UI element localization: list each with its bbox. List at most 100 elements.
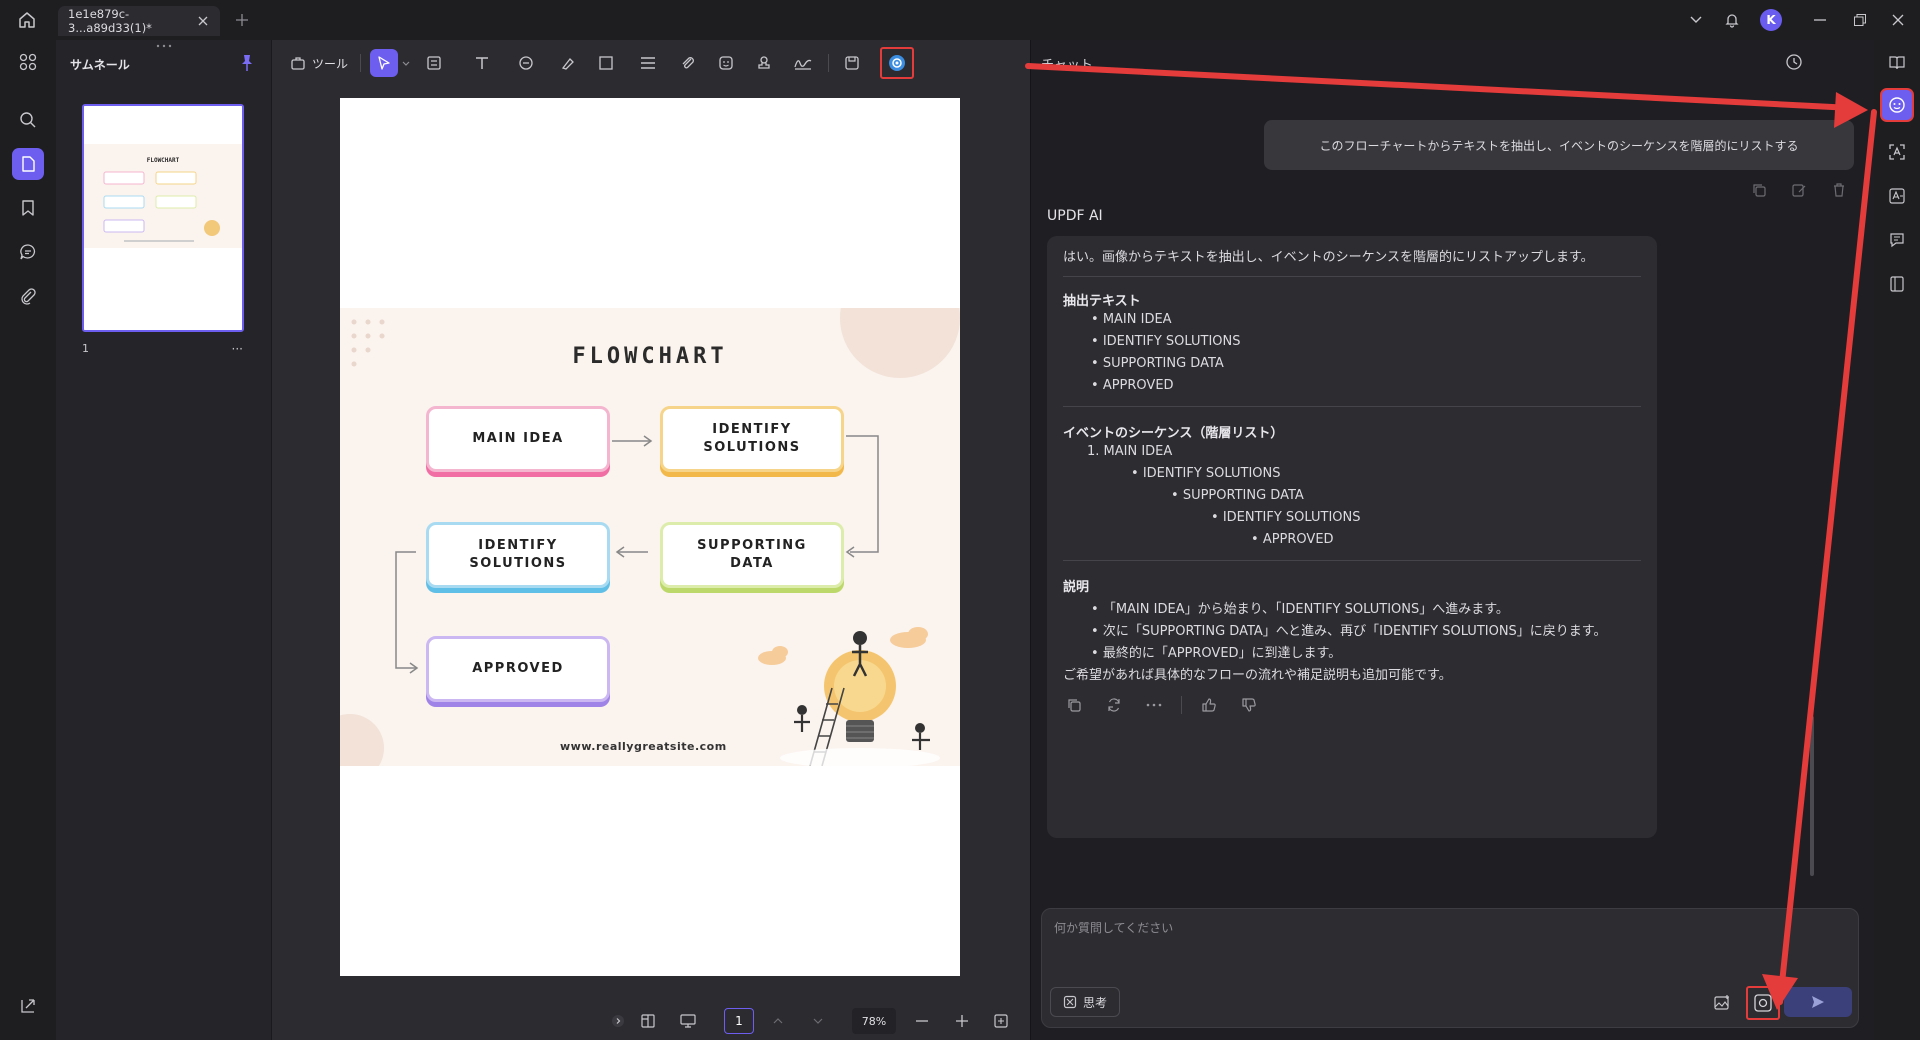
send-button[interactable] — [1784, 987, 1852, 1017]
zoom-in-icon[interactable] — [952, 1008, 972, 1034]
list-item: • MAIN IDEA — [1091, 312, 1172, 327]
list-item: • 「MAIN IDEA」から始まり、「IDENTIFY SOLUTIONS」へ… — [1091, 602, 1509, 617]
comment-icon[interactable] — [12, 236, 44, 268]
sequence-root: 1. MAIN IDEA — [1087, 444, 1173, 459]
divider — [1063, 406, 1641, 407]
stamp-tool[interactable] — [750, 49, 778, 77]
section-extracted-title: 抽出テキスト — [1063, 294, 1141, 309]
highlighter-tool[interactable] — [554, 49, 582, 77]
copy-icon[interactable] — [1061, 692, 1087, 718]
panel-title: サムネール — [70, 58, 130, 72]
divider — [828, 54, 829, 72]
pin-icon[interactable] — [239, 54, 255, 72]
thumbnails-icon[interactable] — [12, 148, 44, 180]
think-icon — [1063, 995, 1077, 1009]
more-icon[interactable] — [1141, 692, 1167, 718]
avatar: K — [1760, 9, 1782, 31]
box-approved: APPROVED — [426, 636, 610, 702]
history-icon[interactable] — [1782, 50, 1806, 74]
close-window-icon[interactable] — [1886, 8, 1910, 32]
edit-icon[interactable] — [1787, 178, 1811, 202]
restore-icon[interactable] — [1848, 8, 1872, 32]
flowchart-title: FLOWCHART — [572, 344, 728, 369]
ai-closing: ご希望があれば具体的なフローの流れや補足説明も追加可能です。 — [1063, 668, 1452, 683]
ai-response: はい。画像からテキストを抽出し、イベントのシーケンスを階層的にリストアップします… — [1047, 236, 1657, 838]
list-item: • SUPPORTING DATA — [1171, 488, 1304, 503]
tools-button[interactable]: ツール — [286, 49, 352, 77]
page-up-icon[interactable] — [768, 1008, 788, 1034]
thumbnail-more-button[interactable]: ··· — [232, 342, 243, 356]
divider — [1063, 560, 1641, 561]
chevron-down-icon[interactable] — [400, 49, 412, 77]
user-avatar[interactable]: K — [1758, 8, 1784, 32]
ai-intro: はい。画像からテキストを抽出し、イベントのシーケンスを階層的にリストアップします… — [1063, 250, 1594, 265]
page-layout-icon[interactable] — [636, 1008, 660, 1034]
screenshot-icon[interactable] — [1746, 986, 1780, 1020]
attach-tool[interactable] — [674, 49, 702, 77]
fit-page-icon[interactable] — [990, 1008, 1012, 1034]
chat-scrollbar[interactable] — [1810, 716, 1814, 876]
search-icon[interactable] — [12, 104, 44, 136]
comment-tool[interactable] — [512, 49, 540, 77]
thumbs-up-icon[interactable] — [1196, 692, 1222, 718]
ocr-icon[interactable] — [1881, 136, 1913, 168]
bell-icon[interactable] — [1720, 8, 1744, 32]
translate-icon[interactable] — [1881, 180, 1913, 212]
thumbs-down-icon[interactable] — [1236, 692, 1262, 718]
page-number-input[interactable]: 1 — [724, 1008, 754, 1034]
select-tool[interactable] — [370, 49, 398, 77]
collapse-icon[interactable] — [608, 1008, 628, 1034]
svg-text:FLOWCHART: FLOWCHART — [147, 157, 180, 164]
list-item: • 最終的に「APPROVED」に到達します。 — [1091, 646, 1342, 661]
page-down-icon[interactable] — [808, 1008, 828, 1034]
list-item: • IDENTIFY SOLUTIONS — [1091, 334, 1241, 349]
response-actions — [1061, 692, 1276, 718]
toolbar: ツール — [272, 40, 1030, 86]
zoom-out-icon[interactable] — [912, 1008, 932, 1034]
delete-icon[interactable] — [1827, 178, 1851, 202]
ai-chat-icon[interactable] — [1880, 88, 1914, 122]
layers-icon[interactable] — [12, 990, 44, 1022]
form-field-tool[interactable] — [420, 49, 448, 77]
think-button[interactable]: 思考 — [1050, 987, 1120, 1017]
panel-resize-grip[interactable] — [156, 44, 172, 48]
box-identify-solutions-2: IDENTIFY SOLUTIONS — [426, 522, 610, 588]
insert-image-icon[interactable] — [1708, 989, 1736, 1017]
close-icon[interactable] — [196, 13, 210, 29]
ai-assistant-tool[interactable] — [880, 47, 914, 79]
thumbnail-page-number: 1 — [82, 342, 89, 355]
document-tab[interactable]: 1e1e879c-3...a89d33(1)* — [58, 6, 220, 36]
attachment-icon[interactable] — [12, 280, 44, 312]
home-icon[interactable] — [14, 9, 40, 31]
shape-tool[interactable] — [592, 49, 620, 77]
redact-tool[interactable] — [634, 49, 662, 77]
apps-grid-icon[interactable] — [12, 46, 44, 78]
title-bar: 1e1e879c-3...a89d33(1)* K — [0, 0, 1920, 40]
ai-name: UPDF AI — [1047, 208, 1103, 224]
section-sequence-title: イベントのシーケンス（階層リスト） — [1063, 426, 1284, 441]
save-tool[interactable] — [838, 49, 866, 77]
message-actions — [1731, 178, 1851, 202]
presentation-icon[interactable] — [676, 1008, 700, 1034]
properties-icon[interactable] — [1881, 268, 1913, 300]
sticker-tool[interactable] — [712, 49, 740, 77]
chat-title: チャット — [1041, 58, 1093, 73]
chevron-down-icon[interactable] — [1684, 8, 1708, 32]
regenerate-icon[interactable] — [1101, 692, 1127, 718]
signature-tool[interactable] — [788, 49, 818, 77]
summarize-icon[interactable] — [1881, 224, 1913, 256]
page-thumbnail[interactable]: FLOWCHART — [82, 104, 244, 332]
minimize-icon[interactable] — [1808, 8, 1832, 32]
text-tool[interactable] — [468, 49, 496, 77]
left-rail — [0, 40, 56, 1040]
bookmark-icon[interactable] — [12, 192, 44, 224]
list-item: • IDENTIFY SOLUTIONS — [1131, 466, 1281, 481]
zoom-level[interactable]: 78% — [852, 1008, 896, 1034]
chat-input[interactable]: 何か質問してください — [1054, 919, 1173, 936]
chat-input-box: 何か質問してください 思考 — [1041, 908, 1859, 1028]
user-message: このフローチャートからテキストを抽出し、イベントのシーケンスを階層的にリストする — [1264, 120, 1854, 170]
copy-icon[interactable] — [1747, 178, 1771, 202]
add-tab-icon[interactable] — [232, 10, 252, 30]
divider — [1063, 276, 1641, 277]
reader-mode-icon[interactable] — [1881, 46, 1913, 78]
